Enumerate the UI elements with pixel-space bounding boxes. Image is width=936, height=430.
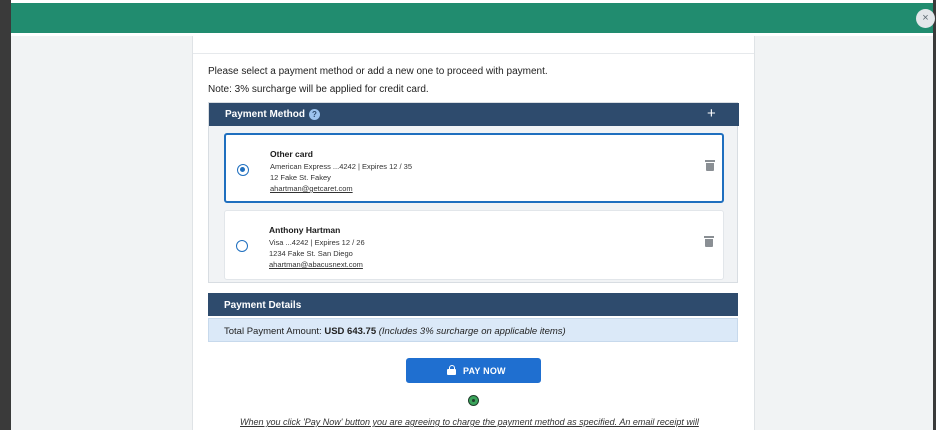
disclaimer-text: When you click 'Pay Now' button you are … xyxy=(240,417,699,427)
payment-details-header: Payment Details xyxy=(208,293,738,316)
card-address: 1234 Fake St. San Diego xyxy=(269,249,353,258)
total-amount: USD 643.75 xyxy=(324,326,377,337)
trash-icon[interactable] xyxy=(704,236,714,247)
close-icon[interactable]: × xyxy=(916,9,935,28)
left-backdrop xyxy=(11,36,193,430)
left-window-edge xyxy=(0,0,11,430)
payment-details-title: Payment Details xyxy=(224,300,302,311)
card-name: Other card xyxy=(270,149,313,159)
payment-card-option[interactable]: Anthony Hartman Visa ...4242 | Expires 1… xyxy=(224,210,724,280)
payment-total-row: Total Payment Amount: USD 643.75 (Includ… xyxy=(208,318,738,342)
payment-method-title: Payment Method xyxy=(225,109,306,120)
card-name: Anthony Hartman xyxy=(269,225,341,235)
card-address: 12 Fake St. Fakey xyxy=(270,173,331,182)
total-label: Total Payment Amount: xyxy=(224,326,322,337)
card-email: ahartman@abacusnext.com xyxy=(269,260,363,269)
total-note: (Includes 3% surcharge on applicable ite… xyxy=(378,326,566,337)
intro-text: Please select a payment method or add a … xyxy=(208,66,548,77)
pay-now-label: PAY NOW xyxy=(463,366,506,376)
pay-now-button[interactable]: PAY NOW xyxy=(406,358,541,383)
card-details: American Express ...4242 | Expires 12 / … xyxy=(270,162,413,171)
payment-total-text: Total Payment Amount: USD 643.75 (Includ… xyxy=(224,326,566,337)
payment-content: Please select a payment method or add a … xyxy=(193,36,754,430)
modal-header-bar: × xyxy=(11,3,935,33)
content-top-divider xyxy=(193,36,754,54)
right-backdrop xyxy=(754,36,933,430)
payment-method-panel: Payment Method ? + Other card American E… xyxy=(208,102,739,283)
card-email: ahartman@getcaret.com xyxy=(270,184,353,193)
payment-method-header: Payment Method ? + xyxy=(209,103,739,126)
plus-icon[interactable]: + xyxy=(707,105,716,122)
surcharge-note: Note: 3% surcharge will be applied for c… xyxy=(208,84,429,95)
radio-selected[interactable] xyxy=(237,164,249,176)
trash-icon[interactable] xyxy=(705,160,715,171)
payment-card-option[interactable]: Other card American Express ...4242 | Ex… xyxy=(224,133,724,203)
security-badge-icon xyxy=(468,395,479,406)
lock-icon xyxy=(447,365,456,375)
help-icon[interactable]: ? xyxy=(309,109,320,120)
radio-unselected[interactable] xyxy=(236,240,248,252)
card-details: Visa ...4242 | Expires 12 / 26 xyxy=(269,238,365,247)
